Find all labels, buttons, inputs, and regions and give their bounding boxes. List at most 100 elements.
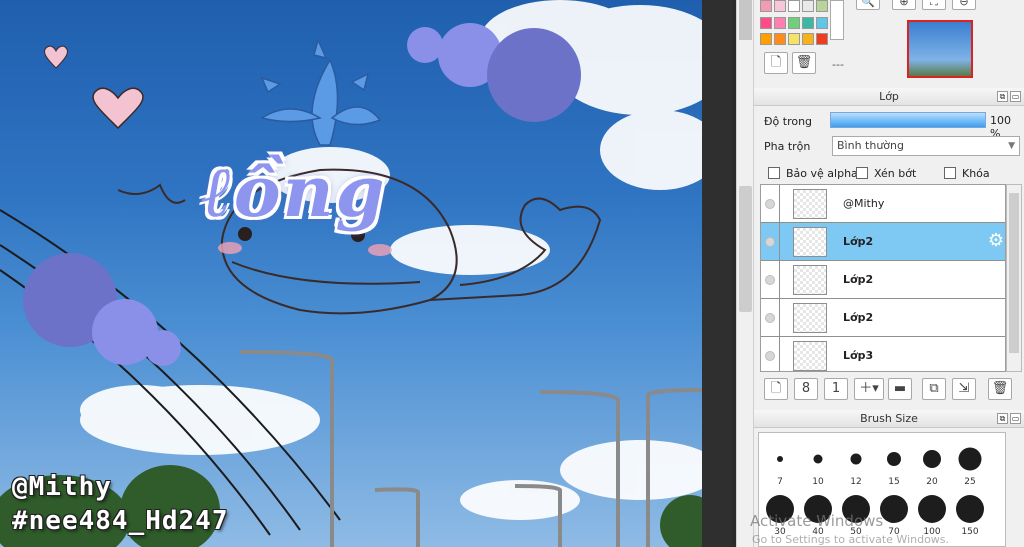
watermark-tag: #nee484_Hd247 <box>12 506 229 536</box>
checkbox-box[interactable] <box>856 167 868 179</box>
heart-icon <box>43 45 144 130</box>
visibility-toggle-icon[interactable] <box>765 199 775 209</box>
brush-size-option[interactable]: 7 <box>761 441 799 497</box>
layer-row[interactable]: Lớp2 <box>761 261 1005 299</box>
brush-dot-icon <box>850 453 862 465</box>
checkbox-box[interactable] <box>944 167 956 179</box>
brush-dot-icon <box>958 447 982 471</box>
color-swatch[interactable] <box>802 33 814 46</box>
layer-divider <box>779 185 780 223</box>
new-folder-icon[interactable]: ▬ <box>888 378 912 400</box>
checkbox-box[interactable] <box>768 167 780 179</box>
layer-name: Lớp3 <box>843 349 874 362</box>
zoom-out-icon[interactable]: ⊖ <box>952 0 976 10</box>
delete-layer-icon[interactable]: 🗑 <box>988 378 1012 400</box>
color-swatch[interactable] <box>802 16 814 29</box>
layer-row[interactable]: Lớp3 <box>761 337 1005 371</box>
brush-size-option[interactable]: 10 <box>799 441 837 497</box>
layer-panel: Lớp ⧉ ▭ Độ trong 100 % Pha trộn Bình thư… <box>754 88 1024 410</box>
palette-dash: --- <box>832 58 844 71</box>
layer-row[interactable]: @Mithy <box>761 185 1005 223</box>
zoom-in-icon[interactable]: ⊕ <box>892 0 916 10</box>
brush-panel-header: Brush Size ⧉ ▭ <box>754 410 1024 428</box>
palette-scrollbar[interactable] <box>830 0 844 40</box>
color-swatch[interactable] <box>816 0 828 12</box>
layer-name: @Mithy <box>843 197 885 210</box>
chevron-down-icon: ▼ <box>1008 141 1015 151</box>
navigator-thumbnail[interactable] <box>907 20 973 78</box>
color-swatch[interactable] <box>774 33 786 46</box>
brush-size-label: 150 <box>961 527 979 537</box>
color-swatch[interactable] <box>802 0 814 12</box>
panel-restore-icon[interactable]: ⧉ <box>997 413 1008 424</box>
layer-scroll-thumb[interactable] <box>1009 193 1019 353</box>
visibility-toggle-icon[interactable] <box>765 237 775 247</box>
clipping-label: Xén bớt <box>874 166 917 180</box>
blend-mode-value: Bình thường <box>837 139 904 152</box>
layer-row[interactable]: Lớp2 ⚙ <box>761 223 1005 261</box>
layer-panel-title: Lớp <box>879 90 899 103</box>
color-swatch[interactable] <box>788 0 800 12</box>
layer-row[interactable]: Lớp2 <box>761 299 1005 337</box>
lock-checkbox[interactable]: Khóa <box>944 166 990 180</box>
panel-collapse-icon[interactable]: ▭ <box>1010 91 1021 102</box>
color-swatch[interactable] <box>760 0 772 12</box>
panel-collapse-icon[interactable]: ▭ <box>1010 413 1021 424</box>
brush-panel-title: Brush Size <box>860 412 918 425</box>
new-palette-icon[interactable]: 🗋 <box>764 52 788 74</box>
add-layer-menu-icon[interactable]: ＋▾ <box>854 378 884 400</box>
canvas-artwork <box>0 0 702 547</box>
color-swatch[interactable] <box>816 33 828 46</box>
brush-dot-icon <box>777 456 783 462</box>
layer-divider <box>779 299 780 337</box>
panel-restore-icon[interactable]: ⧉ <box>997 91 1008 102</box>
layer-name: Lớp2 <box>843 311 874 324</box>
visibility-toggle-icon[interactable] <box>765 313 775 323</box>
fit-view-icon[interactable]: ⛶ <box>922 0 946 10</box>
brush-size-option[interactable]: 20 <box>913 441 951 497</box>
layer-name: Lớp2 <box>843 235 874 248</box>
merge-down-icon[interactable]: ⇲ <box>952 378 976 400</box>
opacity-slider[interactable] <box>830 112 986 128</box>
new-layer-1bit-icon[interactable]: 1 <box>824 378 848 400</box>
layer-thumbnail <box>793 303 827 333</box>
new-layer-icon[interactable]: 🗋 <box>764 378 788 400</box>
color-swatch[interactable] <box>816 16 828 29</box>
panel-scrollbar[interactable] <box>736 0 754 547</box>
protect-alpha-checkbox[interactable]: Bảo vệ alpha <box>768 166 858 180</box>
visibility-toggle-icon[interactable] <box>765 351 775 361</box>
duplicate-layer-icon[interactable]: ⧉ <box>922 378 946 400</box>
layer-settings-gear-icon[interactable]: ⚙ <box>988 232 1004 250</box>
title-lettering: ℓồng <box>202 150 387 233</box>
color-swatch[interactable] <box>760 16 772 29</box>
brush-size-option[interactable]: 25 <box>951 441 989 497</box>
right-panel: 🗋 🗑 --- 🔍 ⊕ ⛶ ⊖ Lớp ⧉ ▭ Độ trong 100 % P… <box>754 0 1024 547</box>
drawing-canvas[interactable]: ℓồng @Mithy #nee484_Hd247 <box>0 0 702 547</box>
color-swatch[interactable] <box>760 33 772 46</box>
color-swatch[interactable] <box>774 16 786 29</box>
layer-thumbnail <box>793 341 827 371</box>
clipping-checkbox[interactable]: Xén bớt <box>856 166 916 180</box>
brush-size-option[interactable]: 15 <box>875 441 913 497</box>
brush-size-option[interactable]: 150 <box>951 491 989 546</box>
layer-thumbnail <box>793 265 827 295</box>
layer-list-scrollbar[interactable] <box>1006 184 1022 372</box>
color-swatch[interactable] <box>788 33 800 46</box>
visibility-toggle-icon[interactable] <box>765 275 775 285</box>
zoom-icon[interactable]: 🔍 <box>856 0 880 10</box>
lock-label: Khóa <box>962 166 990 180</box>
activate-windows-subtitle: Go to Settings to activate Windows. <box>752 533 950 546</box>
brush-size-label: 10 <box>812 477 824 487</box>
color-swatch[interactable] <box>774 0 786 12</box>
brush-dot-icon <box>887 452 901 466</box>
brush-size-option[interactable]: 12 <box>837 441 875 497</box>
new-layer-8bit-icon[interactable]: 8 <box>794 378 818 400</box>
layer-divider <box>779 337 780 371</box>
scrollbar-thumb[interactable] <box>739 186 752 312</box>
brush-dot-icon <box>813 454 823 464</box>
delete-color-icon[interactable]: 🗑 <box>792 52 816 74</box>
brush-dot-icon <box>956 495 984 523</box>
scrollbar-top-thumb[interactable] <box>739 0 752 40</box>
color-swatch[interactable] <box>788 16 800 29</box>
blend-mode-select[interactable]: Bình thường ▼ <box>832 136 1020 156</box>
